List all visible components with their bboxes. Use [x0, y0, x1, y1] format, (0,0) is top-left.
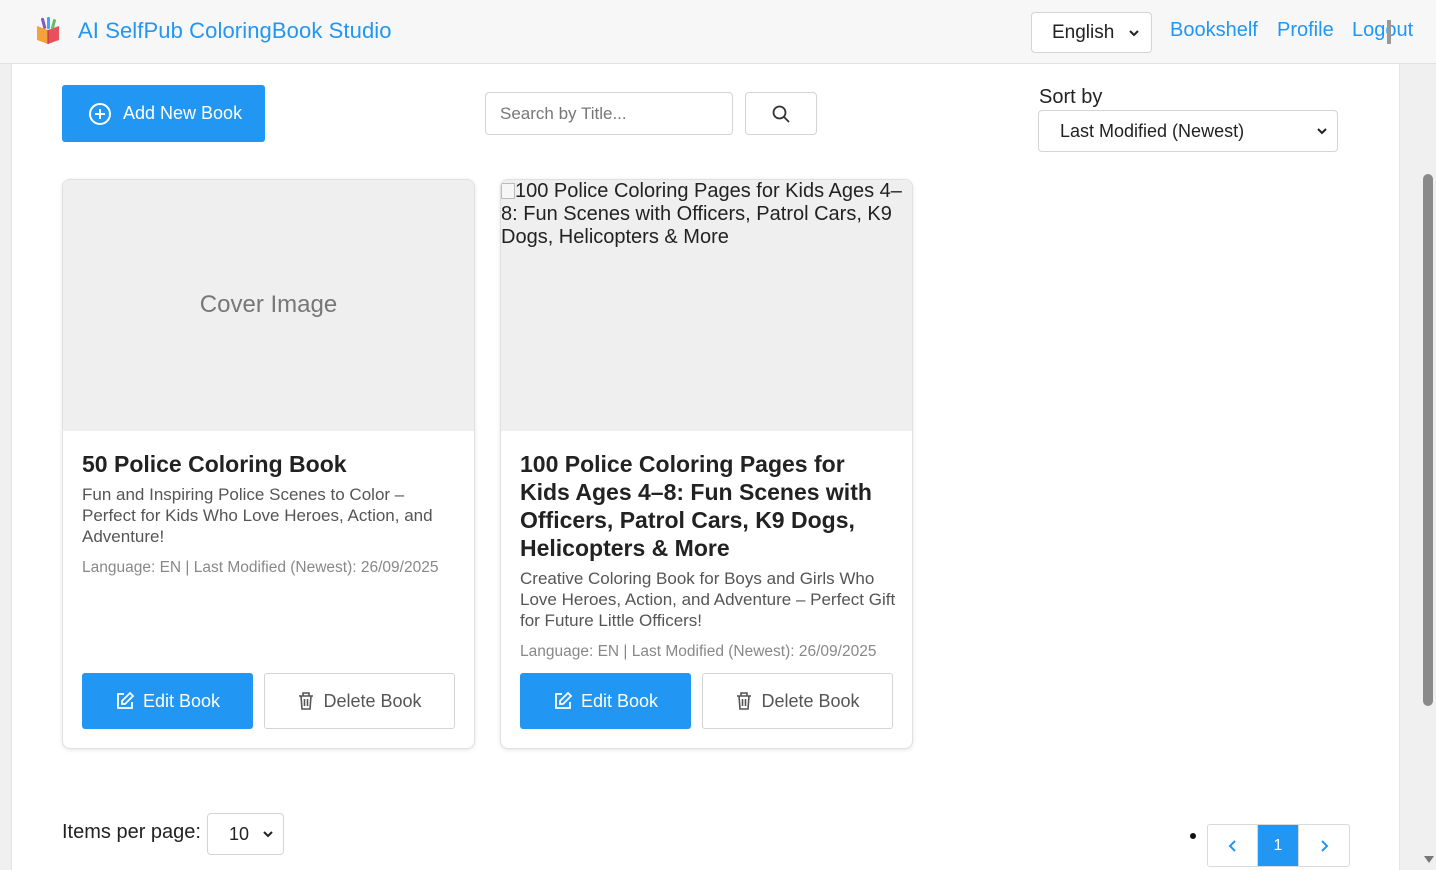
sort-value: Last Modified (Newest): [1060, 120, 1245, 141]
brand[interactable]: AI SelfPub ColoringBook Studio: [34, 16, 392, 46]
delete-book-button[interactable]: Delete Book: [702, 673, 893, 729]
chevron-down-icon: [1129, 30, 1139, 37]
cover-alt-text: 100 Police Coloring Pages for Kids Ages …: [501, 180, 912, 249]
book-subtitle: Creative Coloring Book for Boys and Girl…: [520, 569, 896, 630]
sort-select[interactable]: Last Modified (Newest): [1038, 110, 1338, 152]
language-value: English: [1052, 21, 1115, 43]
edit-icon: [117, 691, 135, 709]
nav-logout-link[interactable]: Logout: [1352, 19, 1413, 42]
text-cursor: [1387, 20, 1391, 44]
delete-book-button[interactable]: Delete Book: [264, 673, 455, 729]
edit-book-label: Edit Book: [142, 690, 221, 711]
add-new-book-label: Add New Book: [123, 103, 243, 123]
search-button[interactable]: [745, 92, 817, 135]
list-bullet: [1190, 833, 1196, 839]
cover-alt-label: 100 Police Coloring Pages for Kids Ages …: [501, 180, 902, 248]
scroll-down-arrow-icon[interactable]: [1423, 854, 1435, 864]
cover-image: 100 Police Coloring Pages for Kids Ages …: [501, 180, 912, 431]
book-card: 100 Police Coloring Pages for Kids Ages …: [500, 179, 913, 749]
next-page-button[interactable]: [1298, 825, 1349, 866]
search-input[interactable]: [485, 92, 733, 135]
sort-label: Sort by: [1039, 86, 1103, 108]
edit-book-button[interactable]: Edit Book: [520, 673, 691, 729]
chevron-left-icon: [1228, 839, 1236, 852]
page-button-current[interactable]: 1: [1258, 825, 1298, 866]
chevron-down-icon: [1317, 128, 1327, 135]
items-per-page-label: Items per page:: [62, 821, 201, 843]
items-per-page-value: 10: [229, 823, 250, 844]
book-card: Cover Image 50 Police Coloring Book Fun …: [62, 179, 475, 749]
book-meta: Language: EN | Last Modified (Newest): 2…: [520, 643, 877, 660]
book-subtitle: Fun and Inspiring Police Scenes to Color…: [82, 485, 433, 546]
nav-profile-link[interactable]: Profile: [1277, 19, 1334, 42]
delete-book-label: Delete Book: [761, 690, 860, 711]
trash-icon: [737, 692, 752, 710]
book-logo-icon: [34, 16, 62, 46]
broken-image-icon: [501, 183, 515, 199]
edit-icon: [555, 691, 573, 709]
book-title: 100 Police Coloring Pages for Kids Ages …: [520, 451, 872, 561]
prev-page-button[interactable]: [1208, 825, 1258, 866]
plus-circle-icon: [89, 102, 111, 125]
cover-image: Cover Image: [63, 180, 474, 431]
book-meta: Language: EN | Last Modified (Newest): 2…: [82, 559, 439, 576]
chevron-right-icon: [1321, 839, 1329, 852]
main-content: Add New Book Sort by Last Modified (Newe…: [11, 64, 1400, 870]
add-new-book-button[interactable]: Add New Book: [62, 85, 265, 142]
edit-book-label: Edit Book: [580, 690, 659, 711]
chevron-down-icon: [263, 831, 273, 838]
trash-icon: [299, 692, 314, 710]
delete-book-label: Delete Book: [323, 690, 422, 711]
app-title[interactable]: AI SelfPub ColoringBook Studio: [78, 18, 392, 44]
scrollbar-thumb[interactable]: [1423, 174, 1433, 706]
nav-bookshelf-link[interactable]: Bookshelf: [1170, 19, 1258, 42]
language-select[interactable]: English: [1031, 12, 1152, 53]
edit-book-button[interactable]: Edit Book: [82, 673, 253, 729]
cover-placeholder-text: Cover Image: [199, 291, 338, 318]
pagination: 1: [1207, 824, 1350, 867]
items-per-page-select[interactable]: 10: [207, 813, 284, 855]
top-navbar: AI SelfPub ColoringBook Studio English B…: [0, 0, 1436, 64]
search-icon: [772, 105, 790, 123]
book-title: 50 Police Coloring Book: [82, 451, 347, 477]
